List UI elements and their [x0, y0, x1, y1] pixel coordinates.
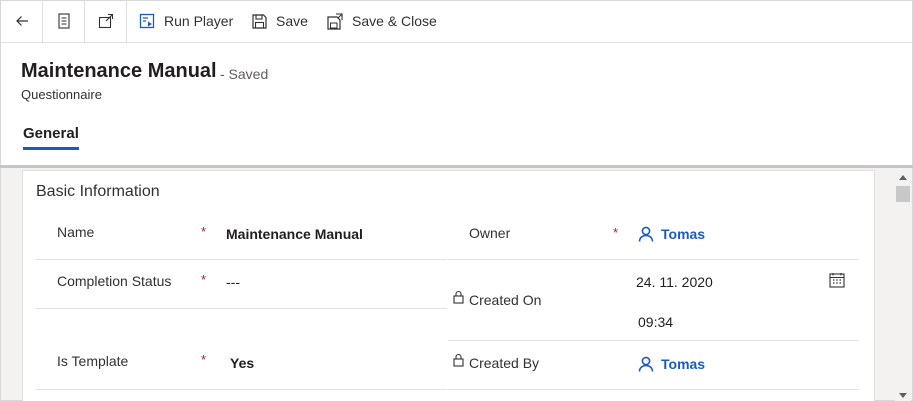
created-by-value: Tomas [661, 356, 706, 372]
tab-selected-indicator [23, 147, 79, 150]
created-by-lookup-link[interactable]: Tomas [638, 356, 705, 372]
created-on-label: Created On [469, 292, 542, 308]
is-template-field[interactable]: Yes [230, 355, 254, 371]
name-field[interactable]: Maintenance Manual [226, 226, 363, 242]
page-title: Maintenance Manual [21, 60, 217, 82]
entity-name: Questionnaire [21, 87, 102, 102]
name-label: Name [57, 224, 95, 240]
required-indicator: * [201, 224, 207, 239]
required-indicator: * [613, 225, 619, 240]
user-icon [638, 226, 654, 242]
run-player-button[interactable]: Run Player [139, 0, 233, 42]
save-close-label: Save & Close [352, 13, 437, 29]
popout-button[interactable] [85, 0, 126, 42]
separator [126, 0, 127, 42]
scroll-down-arrow-icon[interactable] [899, 393, 907, 398]
scrollbar-thumb[interactable] [896, 186, 910, 202]
lock-icon [453, 290, 464, 304]
run-player-icon [139, 13, 155, 29]
save-close-button[interactable]: Save & Close [327, 0, 437, 42]
is-template-label: Is Template [57, 353, 129, 369]
save-icon [252, 13, 267, 29]
run-player-label: Run Player [164, 13, 234, 29]
field-divider [36, 389, 447, 390]
save-label: Save [276, 13, 308, 29]
completion-status-field[interactable]: --- [226, 274, 240, 290]
field-divider [36, 259, 447, 260]
command-bar [0, 0, 913, 43]
owner-value: Tomas [661, 226, 706, 242]
field-divider [448, 259, 859, 260]
save-close-icon [327, 12, 343, 30]
field-divider [448, 340, 859, 341]
owner-lookup-link[interactable]: Tomas [638, 226, 705, 242]
user-icon [638, 356, 654, 372]
save-button[interactable]: Save [252, 0, 308, 42]
lock-icon [453, 353, 464, 367]
created-on-time: 09:34 [638, 314, 674, 330]
calendar-icon [829, 273, 845, 288]
field-divider [448, 389, 859, 390]
form-icon [57, 13, 70, 29]
back-button[interactable] [1, 0, 42, 42]
created-by-label: Created By [469, 355, 540, 371]
required-indicator: * [201, 272, 207, 287]
popout-icon [98, 13, 113, 29]
section-title: Basic Information [36, 183, 160, 200]
arrow-left-icon [15, 16, 28, 26]
record-header: Maintenance Manual - Saved Questionnaire… [0, 43, 913, 165]
field-divider [36, 308, 447, 309]
required-indicator: * [201, 352, 207, 367]
created-on-date: 24. 11. 2020 [636, 274, 713, 290]
owner-label: Owner [469, 225, 511, 241]
scroll-up-arrow-icon[interactable] [899, 175, 907, 180]
save-status: - Saved [220, 66, 269, 82]
form-selector-button[interactable] [43, 0, 84, 42]
tab-general[interactable]: General [23, 125, 79, 142]
vertical-scrollbar[interactable] [895, 170, 911, 401]
completion-status-label: Completion Status [57, 273, 172, 289]
